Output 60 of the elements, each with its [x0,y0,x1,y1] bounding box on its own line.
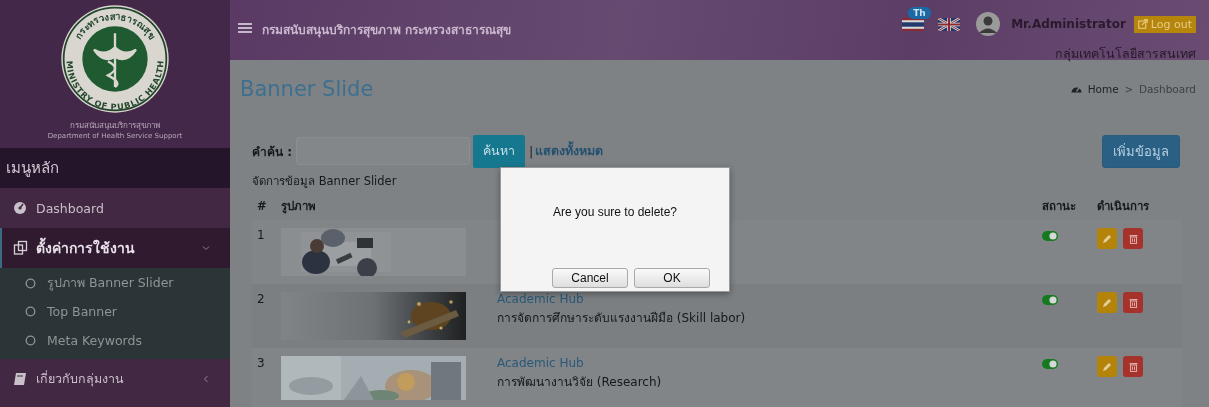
table-caption: จัดการข้อมูล Banner Slider [252,173,398,190]
menu-icon[interactable] [238,22,252,34]
avatar-icon [976,12,1001,36]
column-header: รูปภาพ [280,198,317,216]
delete-button[interactable] [1123,292,1143,313]
flag-icon[interactable] [938,17,961,31]
trash-icon [1128,233,1138,244]
organization-name: กรมสนับสนุนบริการสุขภาพ [70,120,160,132]
language-badge: Th [908,6,931,19]
add-button[interactable]: เพิ่มข้อมูล [1102,134,1180,168]
ok-button[interactable]: OK [634,268,710,288]
department-name: กลุ่มเทคโนโลยีสารสนเทศ [1055,45,1196,64]
flag-icon[interactable] [902,17,925,31]
circle-icon [25,306,36,318]
edit-button[interactable] [1097,356,1117,377]
submenu-item[interactable]: Top Banner [0,297,230,326]
search-button[interactable]: ค้นหา [473,134,525,168]
user-name: Mr.Administrator [1011,17,1126,31]
dashboard-icon [13,200,28,216]
logout-button[interactable]: Log out [1133,15,1196,33]
chevron-down-icon [202,244,210,252]
copy-icon [13,240,28,256]
dialog-message: Are you sure to delete? [551,205,679,221]
column-header: ดำเนินการ [1096,198,1150,215]
edit-button[interactable] [1097,292,1117,313]
trash-icon [1128,361,1138,372]
banner-title: การจัดการศึกษาระดับแรงงานฝีมือ (Skill labor) [497,310,747,327]
circle-icon [25,277,36,289]
breadcrumb-link[interactable]: Home [1087,83,1119,95]
submenu-item[interactable]: รูปภาพ Banner Slider [0,269,230,298]
breadcrumb-separator: > [1124,83,1134,95]
toggle-switch[interactable] [1042,359,1058,369]
chevron-left-icon [202,374,210,383]
toggle-switch[interactable] [1042,295,1058,305]
search-label: คำค้น : [252,143,292,161]
site-title: กรมสนับสนุนบริการสุขภาพ กระทรวงสาธารณสุข [262,22,513,39]
menu-item[interactable]: ตั้งค่าการใช้งาน [0,228,230,268]
submenu-item[interactable]: Meta Keywords [0,326,230,355]
pencil-icon [1102,233,1112,244]
banner-title: การพัฒนางานวิจัย (Research) [497,374,663,391]
edit-button[interactable] [1097,228,1117,249]
pencil-icon [1102,361,1112,372]
logout-icon [1137,19,1148,29]
divider-text: | [529,143,534,159]
menu-item[interactable]: Dashboard [0,188,230,228]
trash-icon [1128,297,1138,308]
pencil-icon [1102,297,1112,308]
circle-icon [25,334,36,346]
delete-button[interactable] [1123,356,1143,377]
page-title: Banner Slide [240,77,374,101]
menu-heading: เมนูหลัก [0,148,230,188]
breadcrumb-link[interactable]: Dashboard [1139,83,1196,95]
column-header: # [256,198,268,215]
show-all-link[interactable]: แสดงทั้งหมด [535,141,604,161]
cancel-button[interactable]: Cancel [552,268,628,288]
menu-item[interactable]: เกี่ยวกับกลุ่มงาน [0,358,230,399]
book-icon [13,370,28,387]
toggle-switch[interactable] [1042,231,1058,241]
column-header: สถานะ [1041,198,1077,215]
delete-button[interactable] [1123,228,1143,249]
